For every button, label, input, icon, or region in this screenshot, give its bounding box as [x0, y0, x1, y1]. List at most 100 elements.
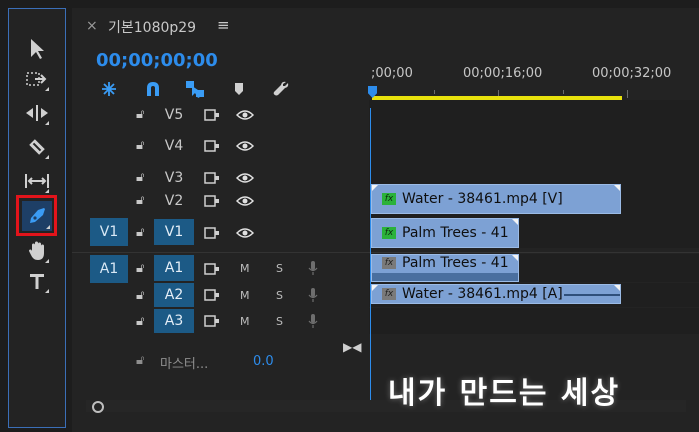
panel-menu-icon[interactable]: ≡ [217, 16, 230, 34]
clip-out-marker [614, 285, 620, 291]
add-marker-button[interactable] [228, 80, 250, 98]
lock-icon[interactable]: 🔓︎ [136, 225, 144, 240]
sync-lock-icon[interactable] [204, 140, 220, 152]
tab-close-icon[interactable]: × [86, 18, 98, 34]
eye-icon[interactable] [236, 109, 254, 121]
clip-palm-trees-audio[interactable]: fx Palm Trees - 41 [371, 254, 519, 282]
sequence-tab-title[interactable]: 기본1080p29 [108, 17, 196, 37]
fx-badge[interactable]: fx [382, 288, 396, 300]
tools-panel [8, 8, 66, 428]
linked-selection-button[interactable] [184, 80, 206, 98]
watermark-text: 내가 만드는 세상 [388, 376, 621, 411]
fx-badge[interactable]: fx [382, 257, 396, 269]
fx-badge[interactable]: fx [382, 193, 396, 205]
marker-icon [235, 83, 243, 95]
lock-icon[interactable]: 🔓︎ [136, 170, 144, 185]
track-target-v1[interactable]: V1 [154, 219, 194, 245]
track-target-v2[interactable]: V2 [154, 188, 194, 214]
solo-button[interactable]: S [276, 315, 283, 328]
track-header: 🔓︎ V4 [72, 130, 368, 162]
sync-lock-icon[interactable] [204, 172, 220, 184]
source-patch-a1[interactable]: A1 [90, 255, 128, 283]
sync-lock-icon[interactable] [204, 109, 220, 121]
clip-water-audio[interactable]: fx Water - 38461.mp4 [A] [371, 284, 621, 304]
type-icon [30, 274, 44, 289]
track-lane[interactable] [369, 308, 699, 334]
sync-lock-icon[interactable] [204, 195, 220, 207]
master-volume-value[interactable]: 0.0 [253, 354, 274, 369]
track-v4: 🔓︎ V4 [72, 130, 699, 162]
track-select-tool-button[interactable] [23, 65, 51, 93]
sync-lock-icon[interactable] [204, 263, 220, 275]
playhead-line[interactable] [370, 108, 371, 408]
clip-label: Water - 38461.mp4 [V] [402, 191, 563, 207]
lock-icon[interactable]: 🔓︎ [136, 193, 144, 208]
track-header: 🔓︎ A2 M S [72, 283, 368, 307]
master-lock-icon[interactable]: 🔓︎ [136, 353, 144, 368]
track-lane[interactable] [369, 100, 699, 130]
hand-tool-button[interactable] [23, 237, 51, 265]
ripple-edit-icon [26, 105, 48, 121]
snap-button[interactable] [142, 80, 164, 98]
sequence-tab[interactable]: × 기본1080p29 ≡ [72, 8, 699, 44]
track-header: A1 🔓︎ A1 M S [72, 254, 368, 283]
sync-lock-icon[interactable] [204, 289, 220, 301]
track-target-v4[interactable]: V4 [154, 133, 194, 159]
eye-icon[interactable] [236, 172, 254, 184]
ruler-tick [434, 90, 435, 94]
track-header: V1 🔓︎ V1 [72, 216, 368, 248]
solo-button[interactable]: S [276, 262, 283, 275]
playhead-timecode[interactable]: 00;00;00;00 [96, 50, 218, 71]
clip-label: Palm Trees - 41 [402, 225, 509, 241]
track-v1: V1 🔓︎ V1 fx Palm Trees - 41 [72, 216, 699, 248]
lock-icon[interactable]: 🔓︎ [136, 107, 144, 122]
lock-icon[interactable]: 🔓︎ [136, 288, 144, 303]
lock-icon[interactable]: 🔓︎ [136, 261, 144, 276]
mute-button[interactable]: M [240, 262, 250, 275]
track-lane[interactable] [369, 130, 699, 162]
clip-out-marker [614, 185, 620, 191]
eye-icon[interactable] [236, 140, 254, 152]
go-to-end-icon[interactable]: ▶◀ [343, 340, 361, 354]
track-header: 🔓︎ V5 [72, 100, 368, 130]
track-lane[interactable]: fx Palm Trees - 41 [369, 254, 699, 282]
mute-button[interactable]: M [240, 315, 250, 328]
microphone-icon[interactable] [308, 313, 318, 329]
mute-button[interactable]: M [240, 289, 250, 302]
sync-lock-icon[interactable] [204, 227, 220, 239]
track-target-a2[interactable]: A2 [154, 283, 194, 307]
fx-badge[interactable]: fx [382, 227, 396, 239]
track-a3: 🔓︎ A3 M S [72, 308, 699, 334]
track-lane[interactable]: fx Water - 38461.mp4 [V] [369, 184, 699, 216]
track-lane[interactable]: fx Water - 38461.mp4 [A] [369, 283, 699, 307]
source-patch-v1[interactable]: V1 [90, 218, 128, 246]
ruler-label-start: ;00;00 [371, 66, 413, 81]
track-target-a1[interactable]: A1 [154, 255, 194, 281]
type-tool-button[interactable] [23, 267, 51, 295]
track-header: 🔓︎ A3 M S [72, 308, 368, 334]
ripple-edit-tool-button[interactable] [23, 99, 51, 127]
timeline-settings-button[interactable] [270, 80, 292, 98]
slip-tool-button[interactable] [23, 167, 51, 195]
scroll-handle[interactable] [92, 401, 104, 413]
lock-icon[interactable]: 🔓︎ [136, 138, 144, 153]
lock-icon[interactable]: 🔓︎ [136, 314, 144, 329]
nest-insert-button[interactable] [98, 80, 120, 98]
clip-label: Palm Trees - 41 [402, 255, 509, 271]
clip-water-video[interactable]: fx Water - 38461.mp4 [V] [371, 184, 621, 214]
solo-button[interactable]: S [276, 289, 283, 302]
track-target-a3[interactable]: A3 [154, 309, 194, 333]
microphone-icon[interactable] [308, 260, 318, 276]
ruler-label-16s: 00;00;16;00 [463, 66, 543, 81]
selection-tool-button[interactable] [23, 35, 51, 63]
eye-icon[interactable] [236, 195, 254, 207]
sync-lock-icon[interactable] [204, 315, 220, 327]
razor-tool-button[interactable] [23, 133, 51, 161]
track-target-v5[interactable]: V5 [154, 102, 194, 128]
track-lane[interactable]: fx Palm Trees - 41 [369, 216, 699, 248]
microphone-icon[interactable] [308, 287, 318, 303]
pen-tool-button[interactable] [22, 201, 52, 231]
clip-palm-trees-video[interactable]: fx Palm Trees - 41 [371, 218, 519, 248]
ruler-tick [563, 90, 564, 94]
eye-icon[interactable] [236, 227, 254, 239]
